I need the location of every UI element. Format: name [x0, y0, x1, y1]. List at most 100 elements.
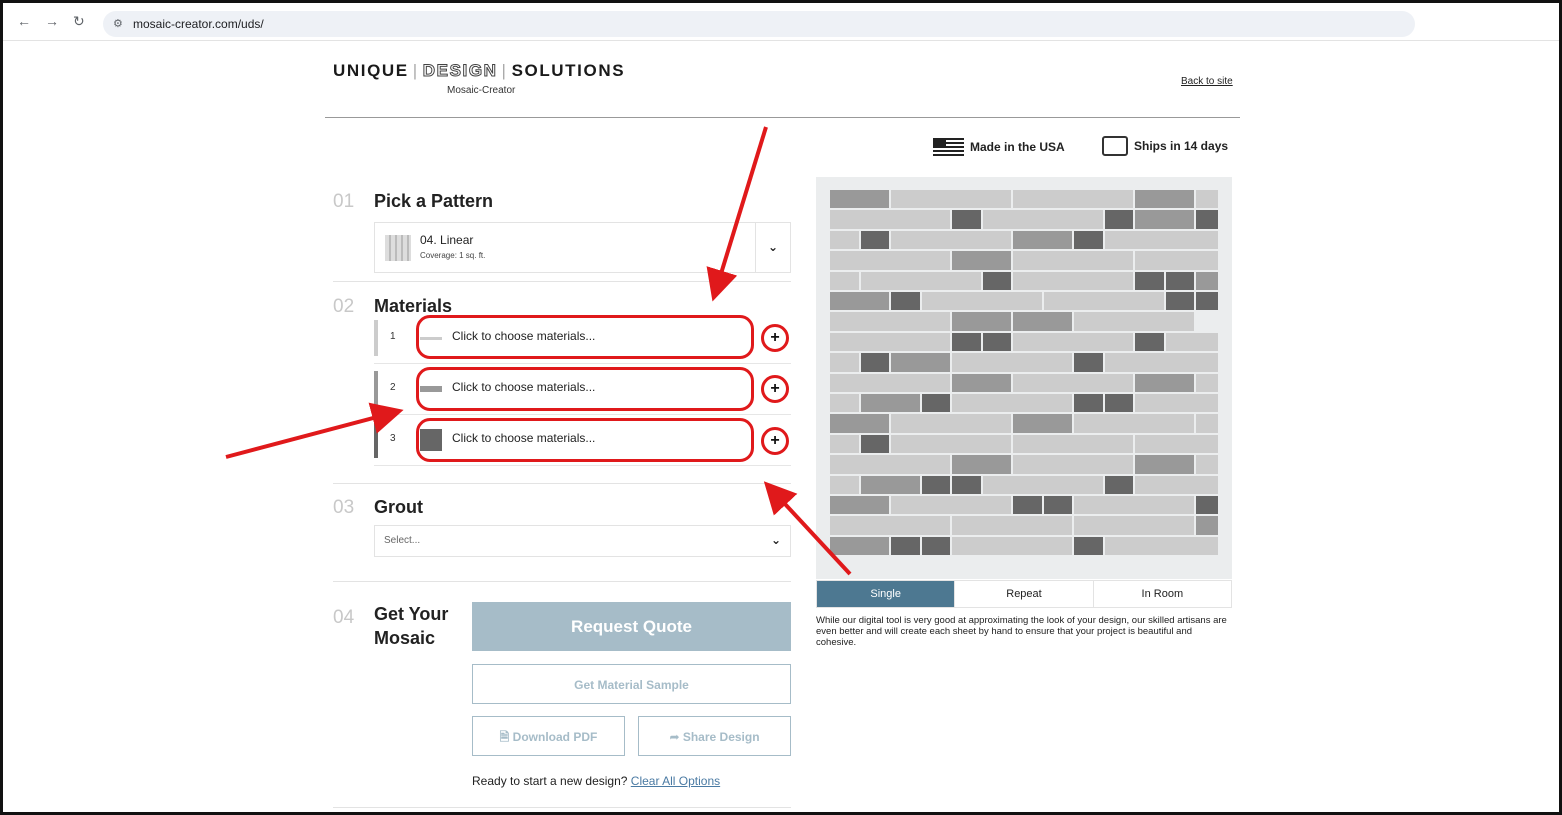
mosaic-tile: [921, 475, 951, 494]
mosaic-tile: [1074, 414, 1195, 433]
mosaic-tile: [982, 210, 1103, 229]
pattern-name: 04. Linear: [420, 233, 474, 247]
ships-text: Ships in 14 days: [1134, 139, 1229, 153]
mosaic-tile: [1013, 332, 1134, 352]
mosaic-tile: [891, 414, 1012, 433]
share-design-button[interactable]: ➦ Share Design: [638, 716, 791, 756]
delivery-truck-icon: [1102, 136, 1128, 156]
request-quote-button[interactable]: Request Quote: [472, 602, 791, 651]
mosaic-tile: [830, 394, 859, 413]
step-number-02: 02: [333, 296, 355, 317]
mosaic-tile: [830, 414, 890, 433]
made-in-usa-badge: Made in the USA: [933, 138, 1065, 156]
mosaic-tile: [1104, 230, 1218, 250]
made-in-usa-text: Made in the USA: [970, 140, 1065, 154]
brand-logo[interactable]: UNIQUE | DESIGN | SOLUTIONS: [333, 61, 625, 81]
mosaic-tile: [891, 292, 920, 311]
mosaic-tile: [921, 292, 1042, 311]
mosaic-tile: [830, 475, 859, 494]
material-sample-button[interactable]: Get Material Sample: [472, 664, 791, 704]
mosaic-tile: [830, 496, 890, 515]
material-color-bar: [374, 422, 378, 458]
grout-select[interactable]: Select... ⌄: [374, 525, 791, 557]
ships-badge: Ships in 14 days: [1102, 136, 1228, 156]
section-divider: [333, 807, 791, 808]
mosaic-tile: [1135, 332, 1164, 352]
mosaic-tile: [1135, 373, 1195, 392]
highlight-oval: [416, 418, 754, 462]
grout-placeholder: Select...: [384, 535, 421, 546]
mosaic-tile: [830, 210, 951, 229]
mosaic-tile: [952, 332, 981, 352]
download-pdf-label: Download PDF: [512, 730, 598, 744]
pattern-select[interactable]: 04. Linear Coverage: 1 sq. ft. ⌄: [374, 222, 791, 273]
mosaic-tile: [891, 190, 1012, 209]
mosaic-tile: [921, 394, 951, 413]
mosaic-tile: [1135, 190, 1195, 209]
chevron-down-icon[interactable]: ⌄: [771, 533, 781, 547]
mosaic-tile: [1074, 312, 1195, 331]
mosaic-tile: [1013, 312, 1073, 331]
mosaic-tile: [1013, 496, 1042, 515]
clear-all-options-link[interactable]: Clear All Options: [631, 774, 720, 788]
mosaic-tile: [830, 373, 951, 392]
section-divider: [333, 483, 791, 484]
mosaic-tile: [1135, 271, 1164, 290]
mosaic-tile: [830, 292, 890, 311]
highlight-oval: [416, 315, 754, 359]
mosaic-tile: [1196, 292, 1218, 311]
mosaic-tile: [830, 536, 890, 556]
mosaic-tile: [860, 394, 920, 413]
mosaic-tile: [1013, 251, 1134, 270]
mosaic-tile: [830, 332, 951, 352]
logo-word-design: DESIGN: [422, 61, 498, 81]
logo-subtitle: Mosaic-Creator: [447, 85, 516, 96]
pattern-coverage: Coverage: 1 sq. ft.: [420, 251, 486, 260]
mosaic-tile: [1196, 455, 1218, 474]
mosaic-tile: [952, 394, 1073, 413]
site-settings-icon[interactable]: ⚙: [113, 11, 123, 37]
mosaic-tile: [1104, 475, 1134, 494]
mosaic-tile: [1013, 271, 1134, 290]
step-number-01: 01: [333, 191, 355, 212]
arrow-left-icon[interactable]: ←: [17, 13, 31, 29]
mosaic-tile: [1196, 373, 1218, 392]
mosaic-tile: [830, 353, 859, 372]
mosaic-tile: [1135, 455, 1195, 474]
mosaic-tile: [952, 353, 1073, 372]
mosaic-tile: [1196, 516, 1218, 535]
mosaic-tile: [1074, 394, 1103, 413]
mosaic-tile: [830, 434, 859, 454]
mosaic-tile: [982, 475, 1103, 494]
mosaic-tile: [1043, 292, 1164, 311]
step-title-grout: Grout: [374, 497, 423, 517]
mosaic-tile: [1043, 496, 1073, 515]
mosaic-tile: [1135, 210, 1195, 229]
mosaic-tile: [921, 536, 951, 556]
mosaic-tile: [1013, 373, 1134, 392]
arrow-right-icon[interactable]: →: [45, 13, 59, 29]
highlight-oval: [416, 367, 754, 411]
add-material-button[interactable]: +: [761, 427, 789, 455]
tab-in-room[interactable]: In Room: [1092, 581, 1231, 607]
mosaic-tile: [952, 475, 981, 494]
reload-icon[interactable]: ↻: [73, 13, 85, 30]
address-bar[interactable]: ⚙ mosaic-creator.com/uds/: [103, 11, 1415, 37]
add-material-button[interactable]: +: [761, 375, 789, 403]
download-pdf-button[interactable]: 🗎 Download PDF: [472, 716, 625, 756]
mosaic-tile: [1196, 190, 1218, 209]
add-material-button[interactable]: +: [761, 324, 789, 352]
mosaic-tile: [952, 455, 1012, 474]
tab-single[interactable]: Single: [817, 581, 955, 607]
browser-toolbar: ← → ↻ ⚙ mosaic-creator.com/uds/: [3, 3, 1559, 41]
tab-repeat[interactable]: Repeat: [954, 581, 1092, 607]
mosaic-tile: [1013, 414, 1073, 433]
mosaic-tile: [830, 230, 859, 250]
mosaic-tile: [1165, 292, 1195, 311]
back-to-site-link[interactable]: Back to site: [1181, 76, 1233, 87]
mosaic-tile: [860, 434, 890, 454]
mosaic-tile: [1196, 496, 1218, 515]
chevron-down-icon[interactable]: ⌄: [768, 240, 778, 254]
mosaic-tile: [830, 312, 951, 331]
mosaic-tile: [982, 271, 1012, 290]
